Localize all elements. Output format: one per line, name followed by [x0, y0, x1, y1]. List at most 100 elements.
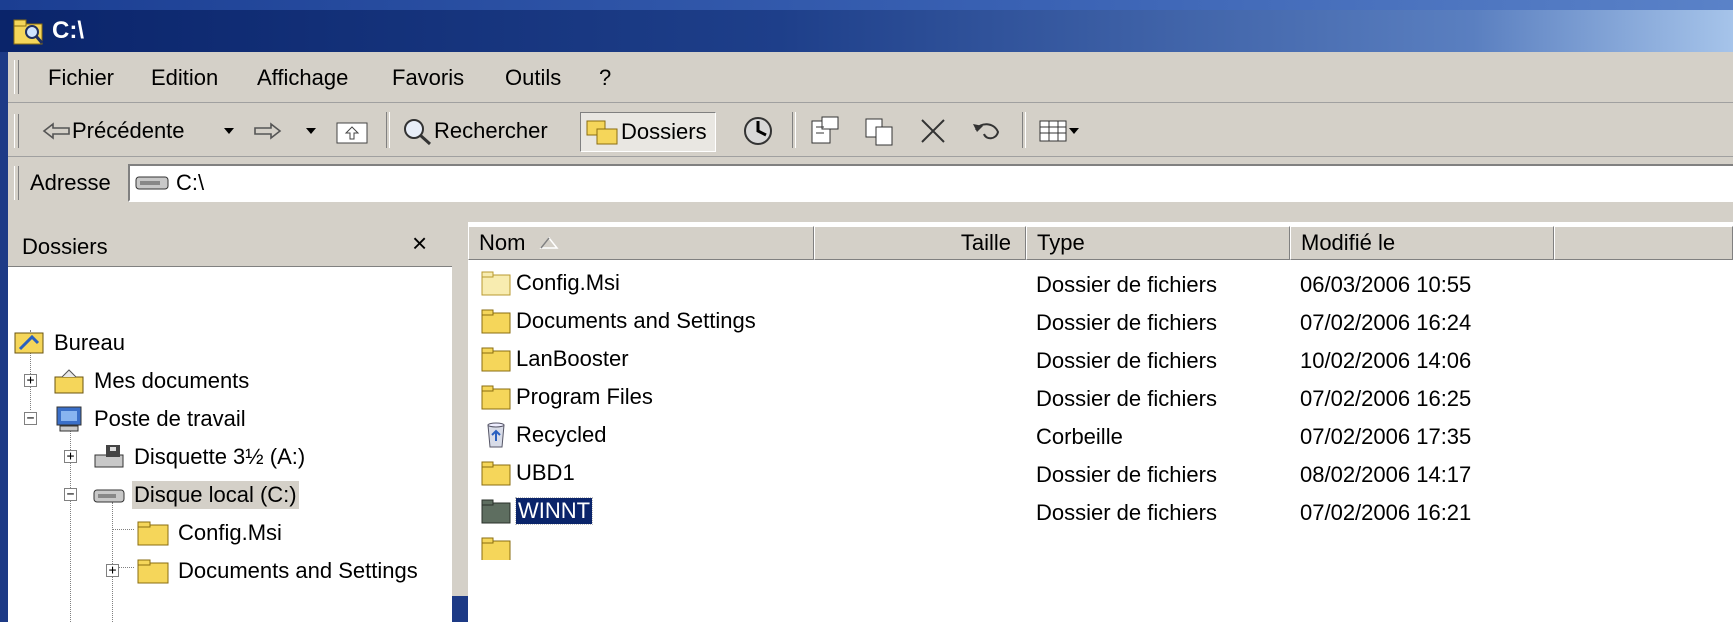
- file-name: Recycled: [516, 422, 607, 447]
- tree-item-label: Mes documents: [94, 368, 250, 393]
- back-button[interactable]: Précédente: [42, 112, 185, 150]
- file-name: WINNT: [514, 497, 594, 525]
- menu-fichier[interactable]: Fichier: [48, 65, 114, 91]
- copy-to-button[interactable]: [862, 112, 896, 150]
- column-header-modifie-le[interactable]: Modifié le: [1290, 226, 1554, 260]
- search-button[interactable]: Rechercher: [400, 112, 548, 150]
- expand-icon[interactable]: +: [64, 450, 77, 463]
- folders-pane: Dossiers × Bureau + Mes documents − Post…: [8, 222, 452, 622]
- folder-icon: [137, 521, 169, 546]
- file-row-winnt[interactable]: WINNT Dossier de fichiers 07/02/2006 16:…: [468, 492, 1733, 530]
- history-icon: [744, 117, 772, 145]
- folder-icon: [481, 309, 511, 334]
- toolbar-separator: [1022, 112, 1026, 148]
- chevron-down-icon: [1069, 128, 1079, 134]
- tree-item-documents-and-settings[interactable]: Documents and Settings: [136, 554, 420, 588]
- column-label: Type: [1037, 230, 1085, 255]
- views-button[interactable]: [1038, 112, 1080, 150]
- tree-item-disquette[interactable]: Disquette 3½ (A:): [92, 440, 307, 474]
- menu-affichage[interactable]: Affichage: [257, 65, 348, 91]
- file-modified: 08/02/2006 14:17: [1300, 462, 1472, 487]
- address-input[interactable]: C:\: [128, 164, 1733, 202]
- folder-icon: [481, 347, 511, 372]
- file-row-documents-and-settings[interactable]: Documents and Settings Dossier de fichie…: [468, 302, 1733, 340]
- toolbar-grip[interactable]: [14, 114, 19, 148]
- menu-favoris[interactable]: Favoris: [392, 65, 464, 91]
- column-label: Nom: [479, 230, 526, 255]
- menu-help[interactable]: ?: [599, 65, 611, 91]
- sort-ascending-icon: [539, 236, 560, 249]
- folder-icon: [481, 537, 511, 560]
- file-type: Dossier de fichiers: [1036, 310, 1217, 335]
- history-button[interactable]: [740, 112, 776, 150]
- file-modified: 07/02/2006 16:21: [1300, 500, 1472, 525]
- address-label: Adresse: [30, 170, 111, 195]
- move-to-icon: [811, 116, 839, 144]
- file-modified: 07/02/2006 17:35: [1300, 424, 1472, 449]
- collapse-icon[interactable]: −: [64, 488, 77, 501]
- up-folder-button[interactable]: [334, 112, 370, 150]
- title-bar[interactable]: C:\: [0, 10, 1733, 52]
- expand-icon[interactable]: +: [106, 564, 119, 577]
- file-name: LanBooster: [516, 346, 629, 371]
- back-arrow-icon: [42, 122, 70, 140]
- address-bar: Adresse C:\: [8, 158, 1733, 208]
- file-modified: 07/02/2006 16:24: [1300, 310, 1472, 335]
- folders-pane-title: Dossiers: [22, 234, 108, 259]
- forward-arrow-icon: [254, 122, 282, 140]
- tree-item-disque-local[interactable]: Disque local (C:): [92, 478, 299, 512]
- folder-icon: [481, 461, 511, 486]
- tree-item-mes-documents[interactable]: Mes documents: [52, 364, 251, 398]
- delete-button[interactable]: [918, 112, 948, 150]
- folders-button[interactable]: Dossiers: [580, 112, 716, 152]
- folder-icon: [481, 385, 511, 410]
- file-row-partial[interactable]: [468, 530, 1733, 560]
- column-header-nom[interactable]: Nom: [468, 226, 814, 260]
- file-row-ubd1[interactable]: UBD1 Dossier de fichiers 08/02/2006 14:1…: [468, 454, 1733, 492]
- tree-item-bureau[interactable]: Bureau: [12, 326, 127, 360]
- file-type: Dossier de fichiers: [1036, 272, 1217, 297]
- tree-item-label: Documents and Settings: [178, 558, 418, 583]
- chevron-down-icon: [224, 128, 234, 134]
- menu-bar-grip[interactable]: [14, 60, 19, 94]
- forward-dropdown[interactable]: [304, 112, 318, 150]
- column-label: Taille: [960, 230, 1011, 255]
- tree-item-config-msi[interactable]: Config.Msi: [136, 516, 284, 550]
- my-computer-icon: [56, 406, 82, 432]
- column-header-taille[interactable]: Taille: [814, 226, 1026, 260]
- expand-icon[interactable]: +: [24, 374, 37, 387]
- file-type: Dossier de fichiers: [1036, 462, 1217, 487]
- menu-bar: Fichier Edition Affichage Favoris Outils…: [8, 52, 1733, 103]
- file-type: Dossier de fichiers: [1036, 386, 1217, 411]
- file-type: Corbeille: [1036, 424, 1123, 449]
- file-row-recycled[interactable]: Recycled Corbeille 07/02/2006 17:35: [468, 416, 1733, 454]
- folders-pane-header: Dossiers ×: [8, 222, 452, 267]
- move-to-button[interactable]: [808, 112, 842, 150]
- standard-toolbar: Précédente Rechercher Dossiers: [8, 104, 1733, 157]
- file-row-program-files[interactable]: Program Files Dossier de fichiers 07/02/…: [468, 378, 1733, 416]
- folders-label: Dossiers: [621, 119, 707, 144]
- column-label: Modifié le: [1301, 230, 1396, 255]
- back-dropdown[interactable]: [222, 112, 236, 150]
- tree-item-poste-de-travail[interactable]: Poste de travail: [52, 402, 248, 436]
- column-header-type[interactable]: Type: [1026, 226, 1290, 260]
- my-documents-icon: [54, 369, 84, 394]
- floppy-drive-icon: [94, 445, 124, 468]
- folders-icon: [586, 120, 618, 145]
- views-icon: [1039, 120, 1067, 142]
- collapse-icon[interactable]: −: [24, 412, 37, 425]
- file-row-config-msi[interactable]: Config.Msi Dossier de fichiers 06/03/200…: [468, 264, 1733, 302]
- undo-button[interactable]: [970, 112, 1004, 150]
- close-icon[interactable]: ×: [412, 228, 427, 259]
- forward-button[interactable]: [252, 112, 282, 150]
- column-header-filler: [1554, 226, 1733, 260]
- menu-outils[interactable]: Outils: [505, 65, 561, 91]
- file-name: UBD1: [516, 460, 575, 485]
- file-row-lanbooster[interactable]: LanBooster Dossier de fichiers 10/02/200…: [468, 340, 1733, 378]
- folder-icon: [481, 499, 511, 524]
- recycle-bin-icon: [487, 422, 505, 448]
- toolbar-separator: [386, 112, 390, 148]
- menu-edition[interactable]: Edition: [151, 65, 218, 91]
- address-value: C:\: [176, 170, 205, 195]
- address-bar-grip[interactable]: [14, 166, 19, 200]
